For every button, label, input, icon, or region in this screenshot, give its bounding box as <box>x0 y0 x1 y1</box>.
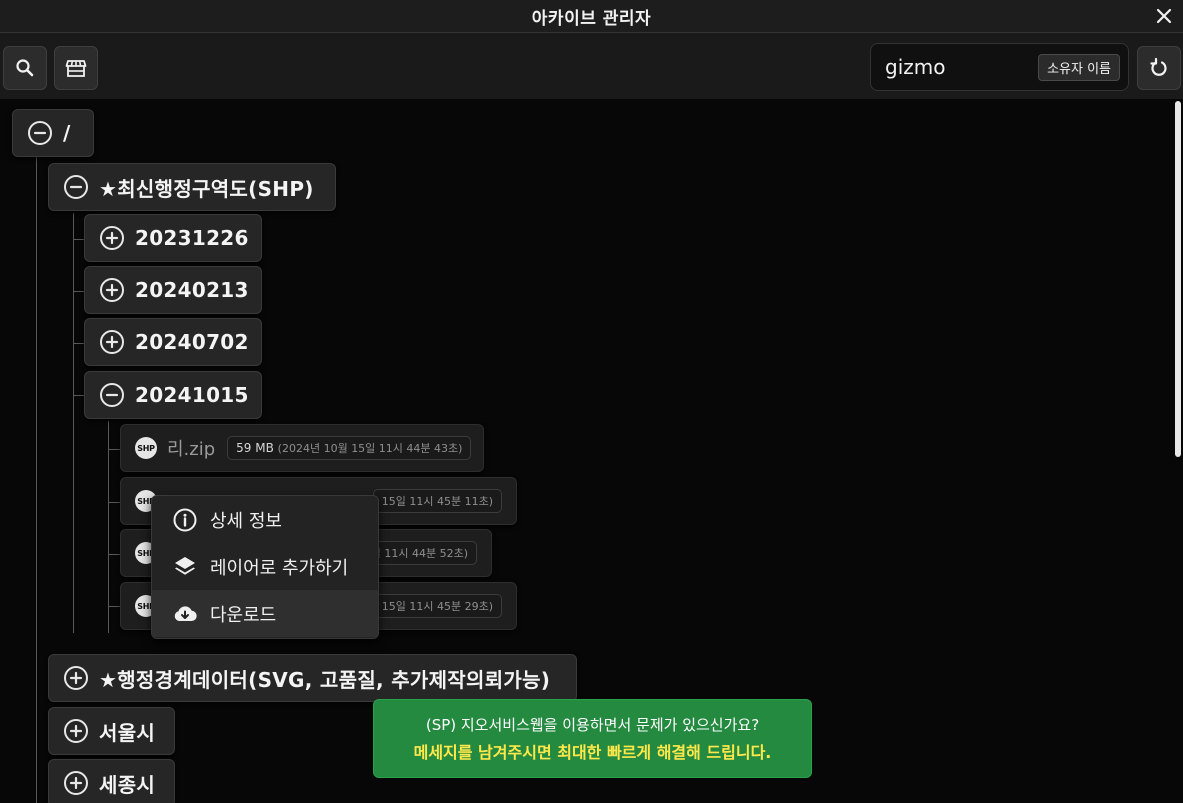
tree-connector <box>73 213 74 633</box>
title-bar: 아카이브 관리자 <box>0 0 1183 33</box>
store-icon <box>65 60 87 77</box>
tree-node-label: 20240702 <box>135 330 249 354</box>
toast-line-2: 메세지를 남겨주시면 최대한 빠르게 해결해 드립니다. <box>413 743 772 762</box>
file-info: 15일 11시 45분 29초) <box>372 594 502 618</box>
tree-node-label: 20241015 <box>135 383 249 407</box>
menu-item-label: 다운로드 <box>210 604 277 626</box>
tree-node-date[interactable]: 20240702 <box>84 318 262 366</box>
scrollbar[interactable] <box>1175 101 1181 457</box>
file-date: 15일 11시 45분 11초) <box>381 495 493 508</box>
toast-line-1: (SP) 지오서비스웹을 이용하면서 문제가 있으신가요? <box>425 716 760 734</box>
file-date: 일 11시 44분 52초) <box>370 547 468 560</box>
file-item[interactable]: SHP 리.zip 59 MB (2024년 10월 15일 11시 44분 4… <box>120 424 484 472</box>
tree-node-label: 세종시 <box>99 772 156 797</box>
tree-node-date[interactable]: 20231226 <box>84 214 262 262</box>
file-date: 15일 11시 45분 29초) <box>381 600 493 613</box>
tree-node-folder[interactable]: 세종시 <box>48 759 175 803</box>
refresh-button[interactable] <box>1137 46 1181 90</box>
owner-input[interactable]: gizmo <box>885 55 1038 79</box>
menu-item-label: 상세 정보 <box>210 510 282 532</box>
tree-connector <box>108 421 109 633</box>
tree-connector <box>36 157 37 803</box>
tree-node-label: 20231226 <box>135 226 249 250</box>
tree-node-date[interactable]: 20240213 <box>84 266 262 314</box>
expand-icon[interactable] <box>99 225 125 251</box>
menu-item-details[interactable]: 상세 정보 <box>152 496 378 543</box>
file-size: 59 MB <box>236 441 274 455</box>
expand-icon[interactable] <box>99 329 125 355</box>
support-toast[interactable]: (SP) 지오서비스웹을 이용하면서 문제가 있으신가요? 메세지를 남겨주시면… <box>373 699 812 778</box>
layers-icon <box>175 556 195 575</box>
tree-node-label: 서울시 <box>99 720 156 745</box>
collapse-icon[interactable] <box>27 120 53 146</box>
tree-node-folder[interactable]: 서울시 <box>48 707 175 755</box>
tree-node-label: 20240213 <box>135 278 249 302</box>
window-title: 아카이브 관리자 <box>531 8 652 29</box>
info-icon <box>173 508 197 531</box>
expand-icon[interactable] <box>99 277 125 303</box>
file-info: 일 11시 44분 52초) <box>361 541 477 565</box>
expand-icon[interactable] <box>63 665 89 691</box>
tree-node-root[interactable]: / <box>12 109 94 157</box>
menu-item-label: 레이어로 추가하기 <box>210 557 349 579</box>
expand-icon[interactable] <box>63 718 89 744</box>
tree-node-folder[interactable]: ★행정경계데이터(SVG, 고품질, 추가제작의뢰가능) <box>48 654 577 702</box>
close-button[interactable] <box>1151 3 1177 29</box>
tree-node-label: / <box>63 121 71 145</box>
refresh-icon <box>1150 57 1167 76</box>
menu-item-add-layer[interactable]: 레이어로 추가하기 <box>152 543 378 590</box>
search-icon <box>16 59 34 77</box>
context-menu: 상세 정보 레이어로 추가하기 다운로드 <box>151 495 379 639</box>
collapse-icon[interactable] <box>99 382 125 408</box>
tree-node-folder[interactable]: ★최신행정구역도(SHP) <box>48 163 336 211</box>
expand-icon[interactable] <box>63 770 89 796</box>
cloud-download-icon <box>174 605 197 621</box>
tree-node-label: ★행정경계데이터(SVG, 고품질, 추가제작의뢰가능) <box>99 667 551 692</box>
search-button[interactable] <box>3 46 47 90</box>
owner-field[interactable]: gizmo 소유자 이름 <box>870 43 1129 91</box>
menu-item-download[interactable]: 다운로드 <box>152 590 378 637</box>
tree-node-date[interactable]: 20241015 <box>84 371 262 419</box>
file-date: (2024년 10월 15일 11시 44분 43초) <box>277 442 463 455</box>
archive-tree-panel: / ★최신행정구역도(SHP) 20231226 20240213 202407… <box>0 99 1183 803</box>
close-icon <box>1156 8 1172 24</box>
file-name: 리.zip <box>167 439 216 460</box>
file-info: 15일 11시 45분 11초) <box>372 489 502 513</box>
store-button[interactable] <box>54 46 98 90</box>
toolbar: gizmo 소유자 이름 <box>0 33 1183 99</box>
collapse-icon[interactable] <box>63 174 89 200</box>
file-info: 59 MB (2024년 10월 15일 11시 44분 43초) <box>227 436 472 460</box>
owner-label-badge: 소유자 이름 <box>1038 53 1120 81</box>
tree-node-label: ★최신행정구역도(SHP) <box>99 176 314 201</box>
shp-file-icon: SHP <box>135 437 157 459</box>
